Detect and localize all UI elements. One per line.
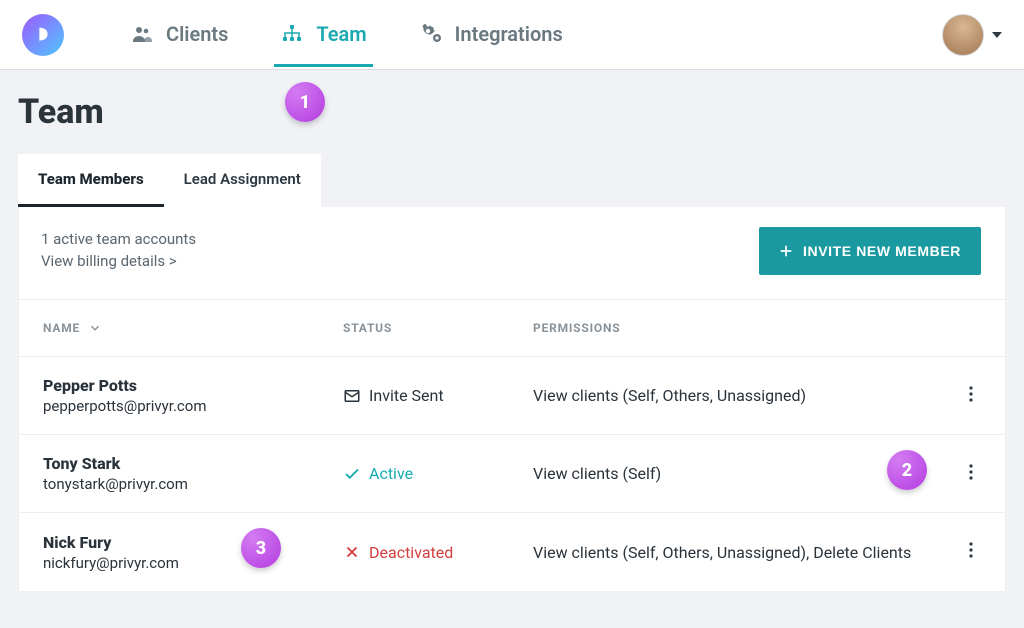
status-label: Deactivated xyxy=(369,543,453,562)
annotation-badge-1: 1 xyxy=(285,82,325,122)
invite-new-member-button[interactable]: INVITE NEW MEMBER xyxy=(759,227,981,275)
envelope-icon xyxy=(343,387,361,405)
brand-mark-icon xyxy=(32,24,54,46)
annotation-badge-2: 2 xyxy=(887,450,927,490)
page: Team Team Members Lead Assignment 1 acti… xyxy=(0,70,1024,592)
billing-line: 1 active team accounts xyxy=(41,229,196,251)
member-name: Pepper Potts xyxy=(43,376,343,395)
member-email: nickfury@privyr.com xyxy=(43,554,343,572)
status-cell: Active xyxy=(343,464,533,483)
user-menu[interactable] xyxy=(942,14,1002,56)
close-icon xyxy=(343,543,361,561)
permissions-cell: View clients (Self) xyxy=(533,464,921,483)
table-row: Nick Fury nickfury@privyr.com Deactivate… xyxy=(19,513,1005,591)
topbar: Clients Team Integrations xyxy=(0,0,1024,70)
billing-info: 1 active team accounts View billing deta… xyxy=(41,229,196,273)
tab-team-members[interactable]: Team Members xyxy=(18,154,164,207)
page-title: Team xyxy=(18,92,1006,132)
sitemap-icon xyxy=(280,22,304,46)
member-cell: Pepper Potts pepperpotts@privyr.com xyxy=(43,376,343,415)
chevron-down-icon xyxy=(88,321,102,335)
brand-logo[interactable] xyxy=(22,14,64,56)
column-permissions: PERMISSIONS xyxy=(533,321,921,335)
column-name[interactable]: NAME xyxy=(43,321,343,335)
tab-lead-assignment[interactable]: Lead Assignment xyxy=(164,154,321,207)
nav-item-clients[interactable]: Clients xyxy=(124,2,234,67)
primary-nav: Clients Team Integrations xyxy=(124,2,569,67)
plus-icon xyxy=(779,244,793,258)
chevron-down-icon xyxy=(992,32,1002,38)
status-label: Invite Sent xyxy=(369,386,444,405)
permissions-cell: View clients (Self, Others, Unassigned) xyxy=(533,386,921,405)
member-name: Nick Fury xyxy=(43,533,343,552)
annotation-badge-3: 3 xyxy=(241,528,281,568)
column-name-label: NAME xyxy=(43,321,80,335)
table-row: Tony Stark tonystark@privyr.com Active V… xyxy=(19,435,1005,513)
gears-icon xyxy=(419,22,443,46)
row-actions-button[interactable] xyxy=(961,456,981,492)
member-email: pepperpotts@privyr.com xyxy=(43,397,343,415)
nav-label: Team xyxy=(316,22,366,46)
permissions-cell: View clients (Self, Others, Unassigned),… xyxy=(533,543,921,562)
view-billing-link[interactable]: View billing details > xyxy=(41,252,177,270)
member-cell: Tony Stark tonystark@privyr.com xyxy=(43,454,343,493)
users-icon xyxy=(130,22,154,46)
member-cell: Nick Fury nickfury@privyr.com xyxy=(43,533,343,572)
more-vertical-icon xyxy=(969,464,973,480)
nav-label: Integrations xyxy=(455,22,563,46)
status-cell: Deactivated xyxy=(343,543,533,562)
column-status: STATUS xyxy=(343,321,533,335)
member-email: tonystark@privyr.com xyxy=(43,475,343,493)
more-vertical-icon xyxy=(969,386,973,402)
nav-label: Clients xyxy=(166,22,228,46)
avatar xyxy=(942,14,984,56)
tabs: Team Members Lead Assignment xyxy=(18,154,1006,207)
row-actions-button[interactable] xyxy=(961,378,981,414)
more-vertical-icon xyxy=(969,542,973,558)
table-header: NAME STATUS PERMISSIONS xyxy=(19,299,1005,357)
status-label: Active xyxy=(369,464,413,483)
invite-button-label: INVITE NEW MEMBER xyxy=(803,243,961,259)
team-panel: 1 active team accounts View billing deta… xyxy=(18,207,1006,592)
member-name: Tony Stark xyxy=(43,454,343,473)
status-cell: Invite Sent xyxy=(343,386,533,405)
nav-item-team[interactable]: Team xyxy=(274,2,372,67)
check-icon xyxy=(343,465,361,483)
row-actions-button[interactable] xyxy=(961,534,981,570)
team-table: NAME STATUS PERMISSIONS Pepper Potts pep… xyxy=(19,299,1005,591)
nav-item-integrations[interactable]: Integrations xyxy=(413,2,569,67)
panel-top: 1 active team accounts View billing deta… xyxy=(19,207,1005,299)
table-row: Pepper Potts pepperpotts@privyr.com Invi… xyxy=(19,357,1005,435)
